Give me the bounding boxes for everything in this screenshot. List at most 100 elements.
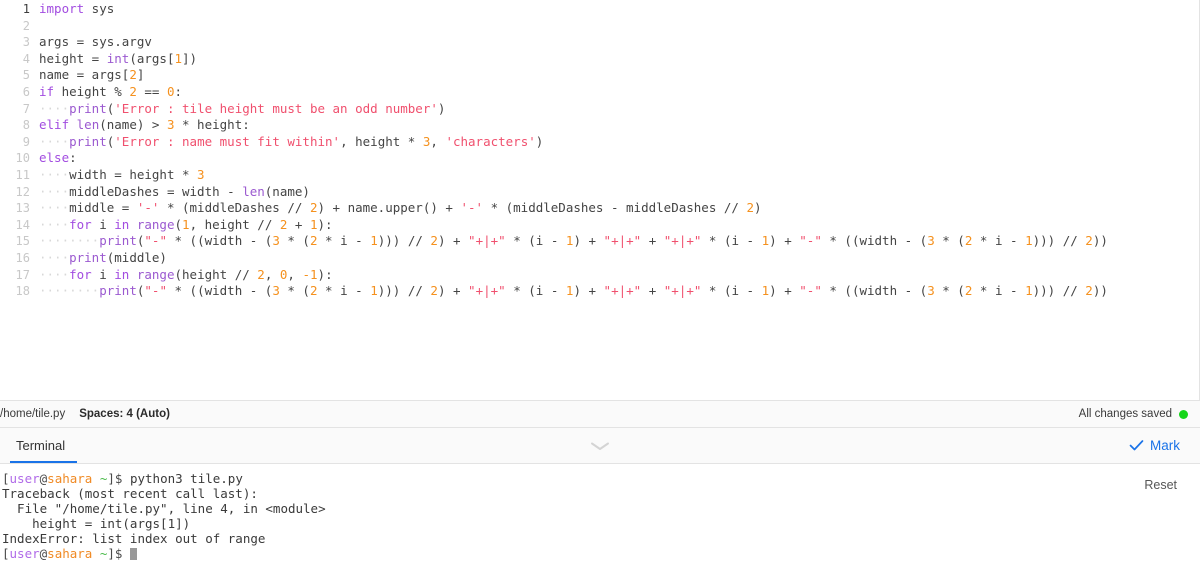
code-token: height = <box>39 50 107 66</box>
indent-guide: ···· <box>39 133 70 149</box>
code-token: print <box>69 249 107 265</box>
code-token: '-' <box>460 200 484 216</box>
code-token: 3 <box>272 283 280 299</box>
code-line-text: ····for i in range(1, height // 2 + 1): <box>39 217 333 234</box>
code-token: 'Error : tile height must be an odd numb… <box>114 100 438 116</box>
line-number: 18 <box>15 284 30 299</box>
code-line[interactable]: 13 ····middle = '-' * (middleDashes // 2)… <box>0 200 1199 217</box>
code-token: "+|+" <box>663 233 702 249</box>
code-line[interactable]: 9 ····print('Error : name must fit within… <box>0 134 1199 151</box>
code-line-text: elif len(name) > 3 * height: <box>39 117 250 134</box>
code-line[interactable]: 8 elif len(name) > 3 * height: <box>0 117 1199 134</box>
code-line[interactable]: 14 ····for i in range(1, height // 2 + 1)… <box>0 217 1199 234</box>
code-token: * ( <box>279 233 310 249</box>
code-line[interactable]: 7 ····print('Error : tile height must be … <box>0 101 1199 118</box>
code-line-text: ····middle = '-' * (middleDashes // 2) +… <box>39 200 762 217</box>
code-token: int <box>106 50 130 66</box>
indent-guide: ···· <box>39 100 70 116</box>
terminal-text: Traceback (most recent call last): <box>2 486 258 501</box>
code-token: middleDashes = width - <box>69 183 243 199</box>
line-number: 1 <box>22 2 30 16</box>
line-number: 7 <box>22 101 30 116</box>
code-token: * i - <box>972 283 1026 299</box>
code-token: i <box>91 216 115 232</box>
indent-guide: ···· <box>39 249 70 265</box>
code-line[interactable]: 5 name = args[2] <box>0 67 1199 84</box>
code-token: i <box>91 266 115 282</box>
code-token: '-' <box>136 200 160 216</box>
code-editor[interactable]: 1 import sys 2 3 args = sys.argv 4 height = in… <box>0 0 1200 400</box>
terminal-line: [user@sahara ~]$ python3 tile.py <box>2 471 1200 486</box>
line-number: 17 <box>15 267 30 282</box>
code-line[interactable]: 3 args = sys.argv <box>0 34 1199 51</box>
prompt-close: ]$ <box>107 546 130 561</box>
code-line-text: ····print('Error : name must fit within'… <box>39 134 543 151</box>
code-token: 3 <box>272 233 280 249</box>
code-token: 2 <box>430 283 438 299</box>
terminal-line: File "/home/tile.py", line 4, in <module… <box>2 501 1200 516</box>
code-line[interactable]: 12 ····middleDashes = width - len(name) <box>0 184 1199 201</box>
code-token: * ( <box>934 233 965 249</box>
code-line-text: ········print("-" * ((width - (3 * (2 * … <box>39 283 1108 300</box>
code-token: * (i - <box>701 283 762 299</box>
code-line[interactable]: 16 ····print(middle) <box>0 250 1199 267</box>
line-number: 13 <box>15 201 30 216</box>
code-token: (args[ <box>129 50 175 66</box>
code-line[interactable]: 18 ········print("-" * ((width - (3 * (2 … <box>0 283 1199 300</box>
prompt-close: ]$ <box>107 471 130 486</box>
code-line-text: ········print("-" * ((width - (3 * (2 * … <box>39 233 1108 250</box>
code-token: * i - <box>972 233 1026 249</box>
code-line[interactable]: 6 if height % 2 == 0: <box>0 84 1199 101</box>
code-line[interactable]: 15 ········print("-" * ((width - (3 * (2 … <box>0 233 1199 250</box>
code-token: * ((width - ( <box>166 233 273 249</box>
chevron-down-icon[interactable] <box>585 439 615 453</box>
terminal-text: IndexError: list index out of range <box>2 531 266 546</box>
terminal-panel[interactable]: [user@sahara ~]$ python3 tile.py Tracebac… <box>0 464 1200 587</box>
code-token: (middle) <box>106 249 167 265</box>
tab-terminal[interactable]: Terminal <box>0 428 83 463</box>
code-token: in <box>114 216 130 232</box>
code-token: "+|+" <box>603 283 642 299</box>
terminal-line: IndexError: list index out of range <box>2 531 1200 546</box>
code-token: (name) <box>264 183 310 199</box>
code-token: ) <box>437 100 446 116</box>
code-token: * i - <box>317 233 371 249</box>
tab-terminal-label: Terminal <box>16 438 66 453</box>
code-token: * (i - <box>701 233 762 249</box>
code-token: print <box>99 283 137 299</box>
line-number: 9 <box>22 134 30 149</box>
code-token: ) + <box>573 283 604 299</box>
code-token: 1 <box>309 216 318 232</box>
code-line[interactable]: 11 ····width = height * 3 <box>0 167 1199 184</box>
line-number: 16 <box>15 250 30 265</box>
indent-guide: ···· <box>69 283 100 299</box>
code-token: elif <box>39 117 70 133</box>
indent-setting-label[interactable]: Spaces: 4 (Auto) <box>79 408 170 420</box>
code-line-text: if height % 2 == 0: <box>39 84 182 101</box>
code-token: args = sys.argv <box>39 34 152 50</box>
indent-guide: ···· <box>39 216 70 232</box>
code-line[interactable]: 1 import sys <box>0 1 1199 18</box>
code-line[interactable]: 10 else: <box>0 150 1199 167</box>
indent-guide: ···· <box>39 183 70 199</box>
prompt-host: sahara <box>47 546 93 561</box>
code-line[interactable]: 4 height = int(args[1]) <box>0 51 1199 68</box>
reset-button[interactable]: Reset <box>1144 478 1177 492</box>
code-token: for <box>69 266 92 282</box>
code-token: ]) <box>182 50 198 66</box>
code-line[interactable]: 2 <box>0 18 1199 35</box>
code-lines-container[interactable]: 1 import sys 2 3 args = sys.argv 4 height = in… <box>0 0 1199 300</box>
code-line[interactable]: 17 ····for i in range(height // 2, 0, -1)… <box>0 267 1199 284</box>
code-token: range <box>136 216 175 232</box>
code-token: name = args[ <box>39 67 130 83</box>
code-token: * height: <box>174 117 250 133</box>
mark-button[interactable]: Mark <box>1129 428 1200 463</box>
code-token: (name) > <box>99 117 167 133</box>
code-token: 'characters' <box>445 133 536 149</box>
terminal-output[interactable]: [user@sahara ~]$ python3 tile.py Tracebac… <box>0 464 1200 561</box>
code-token: ) <box>535 133 544 149</box>
code-token: == <box>136 83 167 99</box>
code-line-text: args = sys.argv <box>39 34 152 51</box>
code-token: ) <box>753 200 762 216</box>
code-token: 1 <box>370 283 378 299</box>
